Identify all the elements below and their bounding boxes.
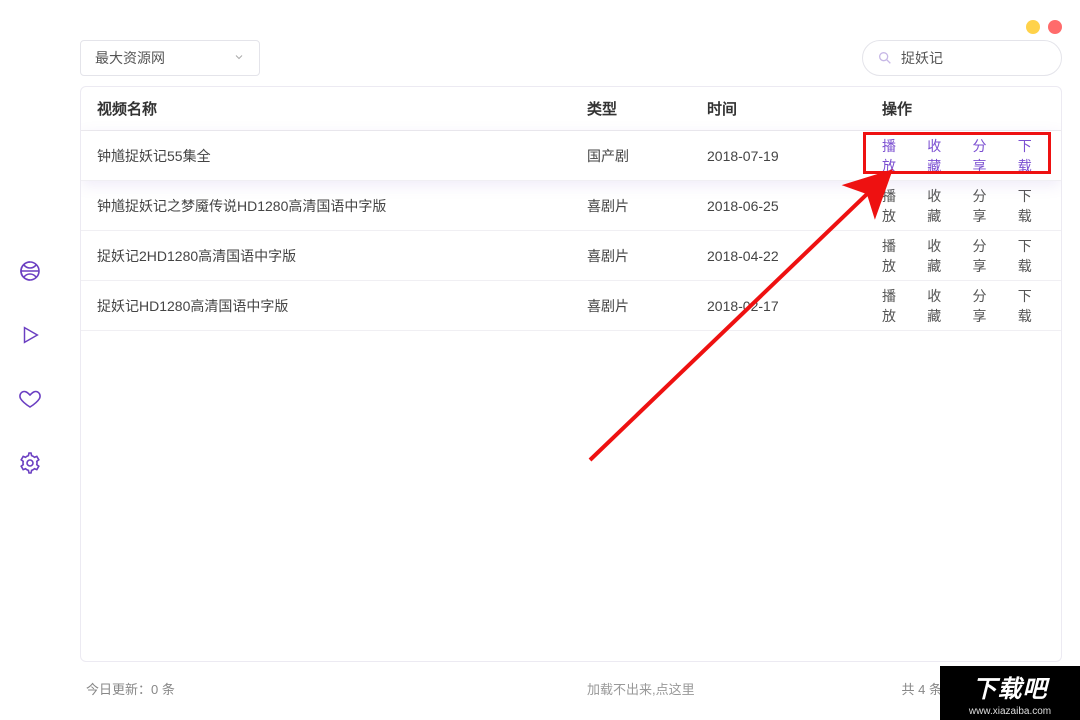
cell-time: 2018-02-17 bbox=[707, 298, 882, 314]
gear-icon[interactable] bbox=[17, 450, 43, 476]
minimize-button[interactable] bbox=[1026, 20, 1040, 34]
play-link[interactable]: 播放 bbox=[882, 136, 909, 176]
cell-name: 捉妖记HD1280高清国语中字版 bbox=[97, 296, 587, 316]
cell-name: 钟馗捉妖记之梦魇传说HD1280高清国语中字版 bbox=[97, 196, 587, 216]
cell-ops: 播放 收藏 分享 下载 bbox=[882, 136, 1045, 176]
table-header: 视频名称 类型 时间 操作 bbox=[81, 87, 1061, 131]
favorite-link[interactable]: 收藏 bbox=[927, 286, 954, 326]
close-button[interactable] bbox=[1048, 20, 1062, 34]
download-link[interactable]: 下载 bbox=[1018, 136, 1045, 176]
heart-icon[interactable] bbox=[17, 386, 43, 412]
browse-icon[interactable] bbox=[17, 258, 43, 284]
share-link[interactable]: 分享 bbox=[973, 286, 1000, 326]
table-row[interactable]: 捉妖记HD1280高清国语中字版 喜剧片 2018-02-17 播放 收藏 分享… bbox=[81, 281, 1061, 331]
window-controls bbox=[1026, 20, 1062, 34]
favorite-link[interactable]: 收藏 bbox=[927, 236, 954, 276]
download-link[interactable]: 下载 bbox=[1018, 186, 1045, 226]
cell-name: 钟馗捉妖记55集全 bbox=[97, 146, 587, 166]
favorite-link[interactable]: 收藏 bbox=[927, 186, 954, 226]
footer-bar: 今日更新：0 条 加载不出来,点这里 共 4 条 1 bbox=[80, 670, 1062, 706]
play-icon[interactable] bbox=[17, 322, 43, 348]
search-box[interactable] bbox=[862, 40, 1062, 76]
watermark: 下载吧 www.xiazaiba.com bbox=[940, 666, 1080, 720]
header-name: 视频名称 bbox=[97, 98, 587, 119]
header-time: 时间 bbox=[707, 98, 882, 119]
top-bar: 最大资源网 bbox=[80, 38, 1062, 78]
table-row[interactable]: 钟馗捉妖记之梦魇传说HD1280高清国语中字版 喜剧片 2018-06-25 播… bbox=[81, 181, 1061, 231]
cell-time: 2018-04-22 bbox=[707, 248, 882, 264]
download-link[interactable]: 下载 bbox=[1018, 236, 1045, 276]
header-ops: 操作 bbox=[882, 98, 1045, 119]
search-input[interactable] bbox=[901, 50, 1041, 66]
table-row[interactable]: 钟馗捉妖记55集全 国产剧 2018-07-19 播放 收藏 分享 下载 bbox=[81, 131, 1061, 181]
cell-type: 喜剧片 bbox=[587, 246, 707, 266]
share-link[interactable]: 分享 bbox=[973, 186, 1000, 226]
results-table: 视频名称 类型 时间 操作 钟馗捉妖记55集全 国产剧 2018-07-19 播… bbox=[80, 86, 1062, 662]
search-icon bbox=[877, 50, 893, 66]
cell-name: 捉妖记2HD1280高清国语中字版 bbox=[97, 246, 587, 266]
cell-type: 喜剧片 bbox=[587, 196, 707, 216]
favorite-link[interactable]: 收藏 bbox=[927, 136, 954, 176]
cell-ops: 播放 收藏 分享 下载 bbox=[882, 286, 1045, 326]
cell-ops: 播放 收藏 分享 下载 bbox=[882, 236, 1045, 276]
share-link[interactable]: 分享 bbox=[973, 236, 1000, 276]
cell-time: 2018-07-19 bbox=[707, 148, 882, 164]
cell-time: 2018-06-25 bbox=[707, 198, 882, 214]
cell-type: 喜剧片 bbox=[587, 296, 707, 316]
play-link[interactable]: 播放 bbox=[882, 236, 909, 276]
play-link[interactable]: 播放 bbox=[882, 186, 909, 226]
header-type: 类型 bbox=[587, 98, 707, 119]
total-count: 共 4 条 bbox=[902, 679, 942, 698]
cell-ops: 播放 收藏 分享 下载 bbox=[882, 186, 1045, 226]
download-link[interactable]: 下载 bbox=[1018, 286, 1045, 326]
side-rail bbox=[0, 0, 60, 720]
chevron-down-icon bbox=[233, 50, 245, 66]
source-dropdown[interactable]: 最大资源网 bbox=[80, 40, 260, 76]
source-dropdown-label: 最大资源网 bbox=[95, 48, 165, 68]
cell-type: 国产剧 bbox=[587, 146, 707, 166]
watermark-title: 下载吧 bbox=[973, 669, 1048, 704]
share-link[interactable]: 分享 bbox=[973, 136, 1000, 176]
retry-link[interactable]: 加载不出来,点这里 bbox=[380, 679, 902, 698]
table-row[interactable]: 捉妖记2HD1280高清国语中字版 喜剧片 2018-04-22 播放 收藏 分… bbox=[81, 231, 1061, 281]
play-link[interactable]: 播放 bbox=[882, 286, 909, 326]
watermark-url: www.xiazaiba.com bbox=[969, 706, 1051, 717]
today-update: 今日更新：0 条 bbox=[80, 679, 380, 698]
